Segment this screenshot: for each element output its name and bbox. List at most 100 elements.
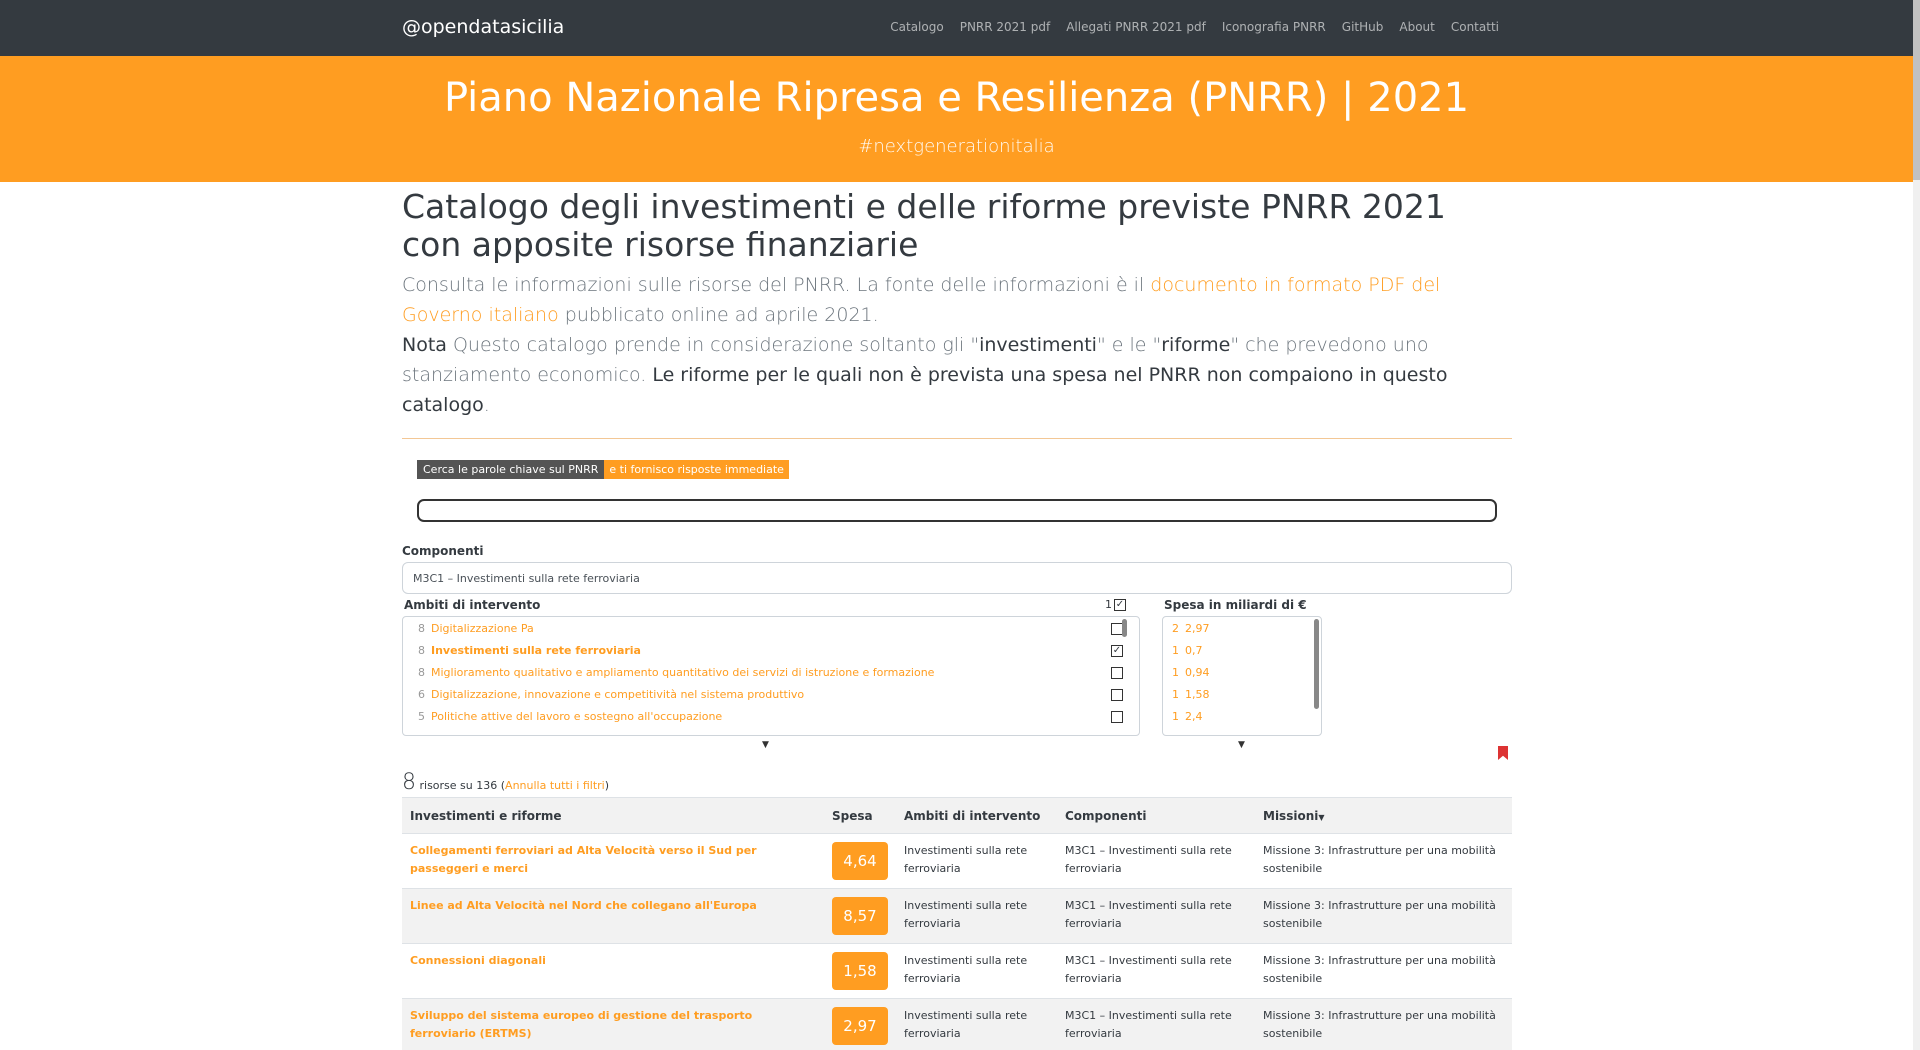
- ambiti-item-count: 8: [418, 665, 425, 679]
- top-navbar: @opendatasicilia Catalogo PNRR 2021 pdf …: [0, 0, 1913, 56]
- search-input[interactable]: [417, 499, 1497, 522]
- componenti-label: Componenti: [402, 544, 484, 558]
- cell-missione: Missione 3: Infrastrutture per una mobil…: [1255, 943, 1512, 999]
- cell-ambito: Investimenti sulla rete ferroviaria: [896, 998, 1057, 1050]
- cell-spesa: 1,58: [824, 943, 896, 999]
- ambiti-item-label[interactable]: Politiche attive del lavoro e sostegno a…: [431, 710, 722, 723]
- spesa-expand-caret-icon[interactable]: ▼: [1238, 740, 1245, 750]
- ambiti-item-count: 8: [418, 643, 425, 657]
- intro-text: Questo catalogo prende in considerazione…: [446, 334, 980, 356]
- ambiti-item[interactable]: 8 Investimenti sulla rete ferroviaria: [403, 639, 641, 661]
- table-header-row: Investimenti e riforme Spesa Ambiti di i…: [402, 797, 1512, 834]
- nav-link-about[interactable]: About: [1399, 20, 1434, 34]
- nav-link-pnrr-pdf[interactable]: PNRR 2021 pdf: [960, 20, 1051, 34]
- cell-investimento[interactable]: Connessioni diagonali: [402, 943, 824, 999]
- hero-title: Piano Nazionale Ripresa e Resilienza (PN…: [443, 75, 1470, 121]
- ambiti-item[interactable]: 8 Digitalizzazione Pa: [403, 617, 534, 639]
- spesa-item-value[interactable]: 1,58: [1185, 688, 1210, 701]
- ambiti-item-checkbox[interactable]: ✓: [1111, 645, 1123, 657]
- componenti-select[interactable]: M3C1 – Investimenti sulla rete ferroviar…: [402, 562, 1512, 594]
- spesa-scrollbar[interactable]: [1314, 619, 1319, 709]
- cell-componente: M3C1 – Investimenti sulla rete ferroviar…: [1057, 943, 1255, 999]
- ambiti-scrollbar[interactable]: [1122, 619, 1127, 637]
- cell-investimento[interactable]: Sviluppo del sistema europeo di gestione…: [402, 998, 824, 1050]
- column-header-missioni[interactable]: Missioni▼: [1255, 797, 1512, 834]
- spesa-item[interactable]: 1 2,4: [1163, 705, 1203, 727]
- cell-componente: M3C1 – Investimenti sulla rete ferroviar…: [1057, 888, 1255, 944]
- nav-links: Catalogo PNRR 2021 pdf Allegati PNRR 202…: [890, 20, 1499, 34]
- ambiti-label: Ambiti di intervento: [404, 598, 541, 612]
- ambiti-item[interactable]: 8 Miglioramento qualitativo e ampliament…: [403, 661, 934, 683]
- sort-caret-icon: ▼: [1318, 812, 1325, 822]
- investimenti-word: investimenti: [979, 334, 1097, 356]
- spesa-item-value[interactable]: 2,4: [1185, 710, 1203, 723]
- brand-link[interactable]: @opendatasicilia: [402, 16, 564, 38]
- nav-link-catalogo[interactable]: Catalogo: [890, 20, 943, 34]
- ambiti-list[interactable]: 8 Digitalizzazione Pa 8 Investimenti sul…: [402, 616, 1140, 736]
- cell-componente: M3C1 – Investimenti sulla rete ferroviar…: [1057, 833, 1255, 889]
- intro-text: pubblicato online ad aprile 2021.: [558, 304, 879, 326]
- hero-banner: Piano Nazionale Ripresa e Resilienza (PN…: [0, 56, 1913, 182]
- search-badge-keywords: Cerca le parole chiave sul PNRR: [417, 460, 605, 479]
- ambiti-item-checkbox[interactable]: [1111, 689, 1123, 701]
- cell-ambito: Investimenti sulla rete ferroviaria: [896, 833, 1057, 889]
- cell-ambito: Investimenti sulla rete ferroviaria: [896, 943, 1057, 999]
- cell-investimento[interactable]: Linee ad Alta Velocità nel Nord che coll…: [402, 888, 824, 944]
- cell-spesa: 8,57: [824, 888, 896, 944]
- ambiti-item[interactable]: 5 Politiche attive del lavoro e sostegno…: [403, 705, 722, 727]
- nav-link-github[interactable]: GitHub: [1342, 20, 1384, 34]
- page-scrollbar-thumb[interactable]: [1913, 0, 1920, 180]
- spesa-item[interactable]: 2 2,97: [1163, 617, 1210, 639]
- ambiti-item-count: 5: [418, 709, 425, 723]
- ambiti-selected-count: 1: [1105, 598, 1112, 611]
- bookmark-icon[interactable]: [1498, 746, 1508, 760]
- page-scrollbar[interactable]: [1913, 0, 1920, 1050]
- spesa-item-count: 1: [1172, 643, 1179, 657]
- cell-missione: Missione 3: Infrastrutture per una mobil…: [1255, 833, 1512, 889]
- column-header-investimenti[interactable]: Investimenti e riforme: [402, 797, 824, 834]
- spesa-item-value[interactable]: 0,7: [1185, 644, 1203, 657]
- spesa-list[interactable]: 2 2,97 1 0,7 1 0,94 1 1,58 1 2,4: [1162, 616, 1322, 736]
- spesa-item[interactable]: 1 0,7: [1163, 639, 1203, 661]
- main-container: Catalogo degli investimenti e delle rifo…: [402, 182, 1512, 1050]
- cell-investimento[interactable]: Collegamenti ferroviari ad Alta Velocità…: [402, 833, 824, 889]
- nav-link-allegati-pdf[interactable]: Allegati PNRR 2021 pdf: [1066, 20, 1206, 34]
- column-header-componenti[interactable]: Componenti: [1057, 797, 1255, 834]
- results-text: ): [604, 779, 610, 792]
- ambiti-item-count: 6: [418, 687, 425, 701]
- spesa-badge: 8,57: [832, 897, 888, 935]
- cell-spesa: 4,64: [824, 833, 896, 889]
- results-count: 8 risorse su 136 (Annulla tutti i filtri…: [402, 770, 1512, 795]
- spesa-badge: 2,97: [832, 1007, 888, 1045]
- intro-text: .: [483, 394, 490, 416]
- ambiti-item-label[interactable]: Digitalizzazione Pa: [431, 622, 534, 635]
- nav-link-iconografia[interactable]: Iconografia PNRR: [1222, 20, 1326, 34]
- divider: [402, 438, 1512, 439]
- spesa-item[interactable]: 1 0,94: [1163, 661, 1210, 683]
- nav-link-contatti[interactable]: Contatti: [1451, 20, 1499, 34]
- column-header-ambiti[interactable]: Ambiti di intervento: [896, 797, 1057, 834]
- cell-componente: M3C1 – Investimenti sulla rete ferroviar…: [1057, 998, 1255, 1050]
- table-row: Collegamenti ferroviari ad Alta Velocità…: [402, 833, 1512, 889]
- cell-ambito: Investimenti sulla rete ferroviaria: [896, 888, 1057, 944]
- ambiti-item-checkbox[interactable]: [1111, 711, 1123, 723]
- reset-filters-link[interactable]: Annulla tutti i filtri: [505, 779, 605, 792]
- column-header-spesa[interactable]: Spesa: [824, 797, 896, 834]
- ambiti-item-label[interactable]: Miglioramento qualitativo e ampliamento …: [431, 666, 934, 679]
- spesa-badge: 4,64: [832, 842, 888, 880]
- page-title: Catalogo degli investimenti e delle rifo…: [402, 187, 1446, 264]
- search-badge-answers: e ti fornisco risposte immediate: [604, 460, 789, 479]
- intro-paragraph: Consulta le informazioni sulle risorse d…: [402, 270, 1512, 420]
- ambiti-item-label[interactable]: Investimenti sulla rete ferroviaria: [431, 644, 641, 657]
- spesa-item-value[interactable]: 2,97: [1185, 622, 1210, 635]
- ambiti-item-label[interactable]: Digitalizzazione, innovazione e competit…: [431, 688, 804, 701]
- ambiti-select-all-checkbox[interactable]: ✓: [1114, 599, 1126, 611]
- cell-missione: Missione 3: Infrastrutture per una mobil…: [1255, 888, 1512, 944]
- ambiti-item-checkbox[interactable]: [1111, 667, 1123, 679]
- ambiti-expand-caret-icon[interactable]: ▼: [762, 740, 769, 750]
- spesa-item[interactable]: 1 1,58: [1163, 683, 1210, 705]
- spesa-item-value[interactable]: 0,94: [1185, 666, 1210, 679]
- intro-text: " e le ": [1096, 334, 1162, 356]
- ambiti-item[interactable]: 6 Digitalizzazione, innovazione e compet…: [403, 683, 804, 705]
- nota-label: Nota: [402, 334, 447, 356]
